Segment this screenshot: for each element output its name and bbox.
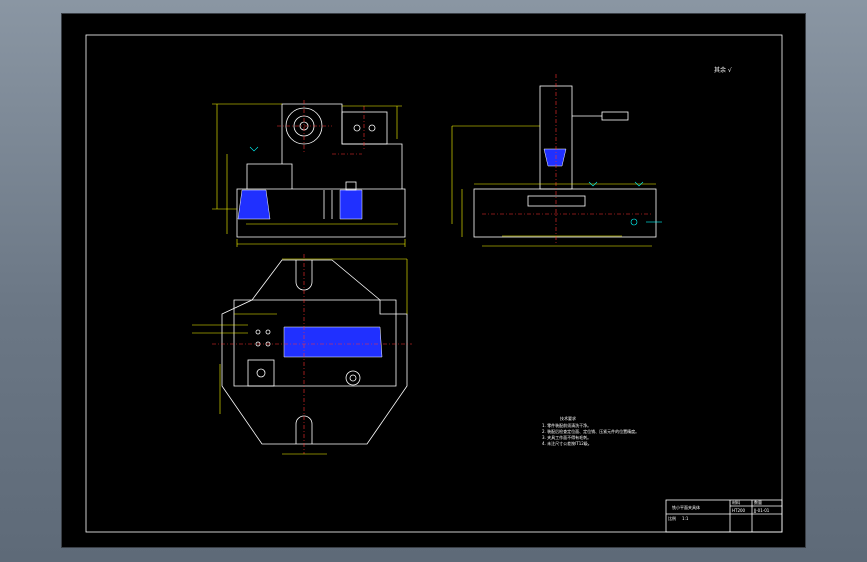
- title-block: 铣小平面夹具体 材料 数量 比例 1:1 HT200 JJ-01-01: [665, 499, 783, 533]
- drawing-number: JJ-01-01: [753, 508, 770, 513]
- cad-viewport[interactable]: 其余 √ 技术要求 1. 零件装配前须清洗干净。 2. 装配后检查定位面、定位销…: [0, 0, 867, 562]
- front-view: [212, 100, 406, 247]
- datum-frame: [601, 111, 629, 121]
- material-value: HT200: [732, 508, 746, 513]
- note-item: 3. 夹具工作面不得有毛刺。: [542, 434, 591, 440]
- technical-notes: 技术要求 1. 零件装配前须清洗干净。 2. 装配后检查定位面、定位销、压紧元件…: [542, 415, 639, 446]
- top-view-hole: [345, 370, 361, 386]
- top-view: [192, 254, 412, 455]
- note-item: 1. 零件装配前须清洗干净。: [542, 422, 591, 428]
- roughness-note: 其余 √: [714, 66, 732, 74]
- inner-frame: [85, 34, 783, 533]
- title-block-name: 铣小平面夹具体: [672, 504, 700, 510]
- note-item: 4. 未注尺寸公差按IT12级。: [542, 440, 592, 446]
- drawing-canvas[interactable]: 其余 √ 技术要求 1. 零件装配前须清洗干净。 2. 装配后检查定位面、定位销…: [62, 14, 805, 547]
- drawing-sheet[interactable]: 其余 √ 技术要求 1. 零件装配前须清洗干净。 2. 装配后检查定位面、定位销…: [62, 14, 805, 547]
- side-section: [543, 148, 567, 167]
- side-view: [451, 74, 662, 247]
- front-section-left: [237, 189, 271, 220]
- qty-label: 数量: [754, 499, 762, 505]
- material-label: 材料: [732, 499, 740, 505]
- note-item: 2. 装配后检查定位面、定位销、压紧元件的位置精度。: [542, 428, 639, 434]
- notes-title: 技术要求: [560, 415, 576, 421]
- front-section-right: [339, 189, 363, 220]
- scale-value: 1:1: [682, 516, 689, 521]
- top-section: [283, 326, 383, 358]
- slot-bottom: [295, 415, 313, 444]
- scale-label: 比例: [668, 515, 676, 521]
